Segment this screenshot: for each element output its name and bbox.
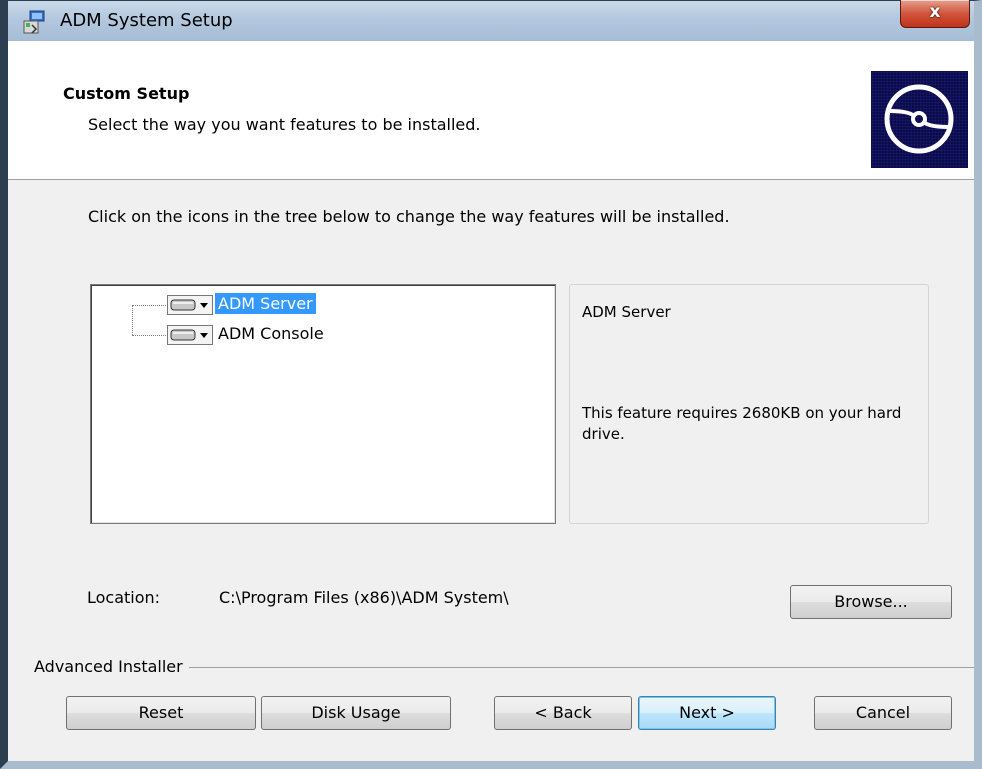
close-button[interactable]: x xyxy=(900,0,970,28)
back-button[interactable]: < Back xyxy=(494,696,632,730)
disc-icon xyxy=(871,71,968,168)
browse-button[interactable]: Browse... xyxy=(790,585,952,619)
installer-icon xyxy=(23,10,45,34)
tree-item-label[interactable]: ADM Server xyxy=(215,293,316,314)
reset-button[interactable]: Reset xyxy=(66,696,256,730)
location-path: C:\Program Files (x86)\ADM System\ xyxy=(219,588,509,607)
tree-connector xyxy=(132,305,133,335)
feature-tree[interactable]: ADM Server ADM Console xyxy=(90,284,556,524)
feature-description-title: ADM Server xyxy=(582,303,671,321)
header-banner: Custom Setup Select the way you want fea… xyxy=(8,41,974,180)
location-label: Location: xyxy=(87,588,161,607)
drive-icon[interactable] xyxy=(167,325,213,345)
drive-icon[interactable] xyxy=(167,295,213,315)
tree-item-label[interactable]: ADM Console xyxy=(215,323,327,344)
page-title: Custom Setup xyxy=(63,84,190,103)
cancel-button[interactable]: Cancel xyxy=(814,696,952,730)
close-icon: x xyxy=(929,2,941,22)
title-bar[interactable]: ADM System Setup x xyxy=(8,0,974,41)
disk-usage-button[interactable]: Disk Usage xyxy=(261,696,451,730)
feature-description-body: This feature requires 2680KB on your har… xyxy=(582,404,902,443)
tree-connector xyxy=(132,305,166,306)
page-subtitle: Select the way you want features to be i… xyxy=(88,115,481,134)
instruction-text: Click on the icons in the tree below to … xyxy=(88,207,730,226)
setup-window: ADM System Setup x Custom Setup Select t… xyxy=(0,0,982,769)
brand-label: Advanced Installer xyxy=(34,657,189,676)
feature-description-panel: ADM Server This feature requires 2680KB … xyxy=(569,284,929,524)
next-button[interactable]: Next > xyxy=(638,696,776,730)
window-title: ADM System Setup xyxy=(60,10,233,31)
tree-connector xyxy=(132,335,166,336)
